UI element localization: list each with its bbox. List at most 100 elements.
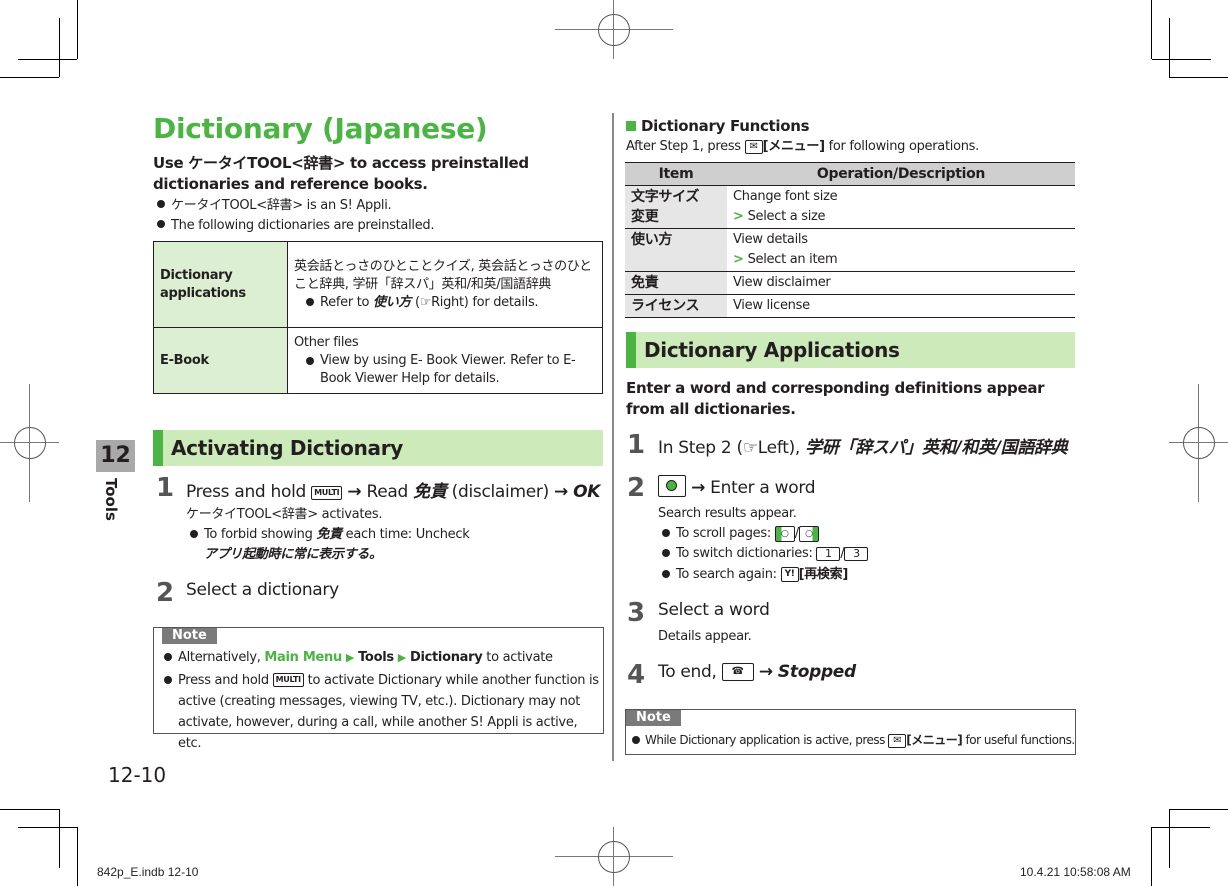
bullet-icon	[662, 570, 670, 578]
crop-mark	[18, 59, 77, 60]
crop-mark	[1151, 827, 1210, 828]
bullet-icon	[662, 549, 670, 557]
table-header: Item Operation/Description	[625, 162, 1075, 186]
right-key-icon: ○	[798, 525, 819, 542]
step-text: To end, ☎ → Stopped	[658, 662, 856, 682]
table-row: 免責 View disclaimer	[625, 271, 1075, 295]
crop-mark	[1151, 827, 1152, 886]
left-key-icon: ○	[774, 525, 795, 542]
mail-key-icon: ✉	[744, 139, 763, 154]
option-label: アプリ起動時に常に表示する。	[204, 547, 382, 562]
bullet-icon	[306, 356, 314, 365]
step-result: ケータイTOOL<辞書> activates.	[186, 507, 383, 522]
section-heading: Activating Dictionary	[153, 430, 603, 466]
row-header: Dictionary applications	[153, 241, 288, 328]
desc-cell: View license	[727, 294, 1075, 318]
crop-mark	[18, 827, 77, 828]
applications-lead: Enter a word and corresponding definitio…	[626, 379, 1045, 418]
step-text: Select a dictionary	[186, 580, 339, 600]
desc-cell: View details > Select an item	[727, 228, 1075, 272]
registration-mark	[598, 841, 630, 873]
page-number: 12-10	[108, 763, 167, 787]
crop-mark	[0, 809, 59, 810]
bullet-icon	[306, 297, 314, 306]
triangle-right-icon: ▶	[345, 651, 355, 664]
crop-mark	[59, 809, 60, 868]
bullet-icon	[164, 676, 172, 684]
key-3-icon: 3	[844, 546, 869, 561]
bullet-icon	[190, 530, 198, 538]
row-content: Other files View by using E- Book Viewer…	[287, 327, 603, 394]
crop-mark	[77, 827, 78, 886]
step-text: Select a word	[658, 600, 770, 620]
bullet-icon	[662, 529, 670, 537]
center-key-icon	[658, 475, 686, 497]
note-box: Note Alternatively, Main Menu ▶ Tools ▶ Dict…	[153, 627, 604, 751]
note-box: Note While Dictionary application is act…	[625, 709, 1076, 755]
table-row: E-Book Other files View by using E- Book…	[153, 327, 603, 394]
mail-key-icon: ✉	[888, 733, 907, 748]
item-cell: 文字サイズ 変更	[625, 185, 727, 229]
column-divider	[612, 113, 614, 761]
column-header: Operation/Description	[727, 162, 1075, 186]
step-bullet: To search again: Y! [再検索]	[662, 566, 848, 584]
step-text: Press and hold MULTI → Read 免責 (disclaim…	[186, 482, 601, 502]
step-bullet: To forbid showing 免責 each time: Uncheck	[190, 526, 470, 544]
item-cell: ライセンス	[625, 294, 727, 318]
step-bullet: To switch dictionaries: 1/3	[662, 545, 869, 563]
arrow-icon: →	[554, 482, 568, 502]
crop-mark	[1169, 809, 1170, 868]
table-row: 文字サイズ 変更 Change font size > Select a size	[625, 185, 1075, 229]
table-row: 使い方 View details > Select an item	[625, 228, 1075, 272]
step-text: → Enter a word	[658, 475, 816, 499]
chapter-label: Tools	[102, 478, 120, 521]
end-key-icon: ☎	[721, 663, 754, 681]
chevron-right-icon: >	[733, 252, 744, 267]
key-1-icon: 1	[816, 546, 841, 561]
step-number: 3	[627, 598, 646, 628]
subsection-heading: Dictionary Functions	[626, 117, 810, 135]
crop-mark	[1151, 0, 1152, 59]
step-number: 1	[156, 473, 175, 503]
section-heading: Dictionary Applications	[626, 332, 1075, 368]
intro-bullet: The following dictionaries are preinstal…	[157, 217, 434, 235]
arrow-icon: →	[758, 662, 773, 682]
arrow-icon: →	[347, 482, 362, 502]
table-row: ライセンス View license	[625, 294, 1075, 318]
step-number: 2	[156, 578, 175, 608]
registration-mark	[598, 14, 630, 46]
slug-timestamp: 10.4.21 10:58:08 AM	[1020, 865, 1131, 879]
bullet-icon	[157, 200, 165, 208]
multi-key-icon: MULTI	[272, 673, 304, 687]
triangle-right-icon: ▶	[397, 651, 406, 664]
crop-mark	[1169, 809, 1228, 810]
arrow-icon: →	[691, 478, 706, 498]
column-header: Item	[625, 162, 727, 186]
square-bullet-icon	[626, 121, 636, 131]
multi-key-icon: MULTI	[311, 486, 343, 500]
step-bullet: To scroll pages: ○ / ○	[662, 525, 819, 543]
note-label: Note	[162, 628, 217, 644]
step-result: Details appear.	[658, 629, 752, 644]
slug-file: 842p_E.indb 12-10	[97, 865, 199, 879]
step-number: 2	[627, 473, 646, 503]
table-row: Dictionary applications 英会話とっさのひとことクイズ, …	[153, 241, 603, 328]
row-content: 英会話とっさのひとことクイズ, 英会話とっさのひとこと辞典, 学研「辞スパ」英和…	[287, 241, 603, 328]
crop-mark	[77, 0, 78, 59]
page-title: Dictionary (Japanese)	[153, 112, 488, 145]
registration-mark	[14, 427, 46, 459]
intro-lead: Use ケータイTOOL<辞書> to access preinstalled …	[153, 154, 529, 193]
step-text: In Step 2 (☞Left), 学研「辞スパ」英和/和英/国語辞典	[658, 438, 1068, 458]
intro-bullet: ケータイTOOL<辞書> is an S! Appli.	[157, 197, 392, 215]
step-result: Search results appear.	[658, 506, 797, 521]
desc-cell: View disclaimer	[727, 271, 1075, 295]
crop-mark	[0, 77, 59, 78]
chevron-right-icon: >	[733, 209, 744, 224]
step-number: 1	[627, 430, 646, 460]
dictionary-types-table: Dictionary applications 英会話とっさのひとことクイズ, …	[153, 241, 603, 394]
note-item: Alternatively, Main Menu ▶ Tools ▶ Dictionar…	[164, 649, 553, 667]
item-cell: 使い方	[625, 228, 727, 272]
registration-mark	[1183, 427, 1215, 459]
desc-cell: Change font size > Select a size	[727, 185, 1075, 229]
crop-mark	[59, 18, 60, 77]
